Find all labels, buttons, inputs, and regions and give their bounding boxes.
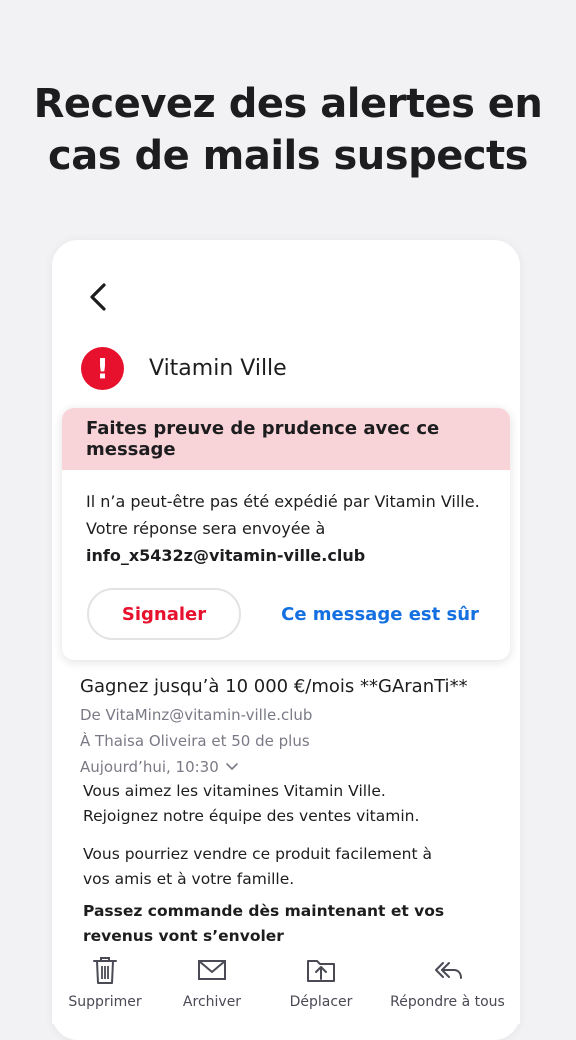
delete-button[interactable]: Supprimer [68, 948, 142, 1010]
email-paragraph-1: Vous aimez les vitamines Vitamin Ville. … [83, 779, 483, 829]
warning-line-1: Il n’a peut-être pas été expédié par Vit… [86, 492, 480, 511]
reply-all-icon [434, 962, 462, 979]
report-button[interactable]: Signaler [87, 588, 241, 640]
warning-body: Il n’a peut-être pas été expédié par Vit… [62, 470, 510, 569]
bottom-toolbar: Supprimer Archiver Déplacer Répondre à t… [52, 948, 520, 1024]
archive-icon [198, 960, 226, 980]
email-paragraph-3: Passez commande dès maintenant et vos re… [83, 902, 445, 945]
reply-all-button[interactable]: Répondre à tous [390, 948, 505, 1010]
email-paragraph-2: Vous pourriez vendre ce produit facileme… [83, 845, 432, 888]
move-button[interactable]: Déplacer [286, 948, 356, 1010]
move-label: Déplacer [289, 994, 353, 1010]
warning-title: Faites preuve de prudence avec ce messag… [62, 408, 510, 470]
chevron-left-icon[interactable] [84, 280, 116, 314]
mark-safe-button[interactable]: Ce message est sûr [270, 588, 490, 640]
email-date[interactable]: Aujourd’hui, 10:30 [80, 758, 239, 776]
chevron-down-icon [225, 763, 238, 770]
email-paragraph-1-line-2: Rejoignez notre équipe des ventes vitami… [83, 807, 420, 825]
reply-address: info_x5432z@vitamin-ville.club [86, 546, 366, 565]
email-subject: Gagnez jusqu’à 10 000 €/mois **GAranTi** [80, 676, 468, 697]
alert-icon: ! [81, 347, 124, 390]
archive-button[interactable]: Archiver [177, 948, 247, 1010]
suspicious-warning-box: Faites preuve de prudence avec ce messag… [62, 408, 510, 660]
email-from[interactable]: De VitaMinz@vitamin-ville.club [80, 706, 312, 724]
email-paragraph-1-line-1: Vous aimez les vitamines Vitamin Ville. [83, 782, 386, 800]
headline: Recevez des alertes en cas de mails susp… [33, 81, 543, 179]
delete-label: Supprimer [68, 994, 142, 1010]
sender-name: Vitamin Ville [149, 356, 287, 381]
move-folder-icon [307, 960, 335, 982]
reply-all-label: Répondre à tous [390, 994, 505, 1010]
warning-line-2: Votre réponse sera envoyée à [86, 519, 326, 538]
email-to[interactable]: À Thaisa Oliveira et 50 de plus [80, 732, 310, 750]
trash-icon [93, 957, 117, 984]
archive-label: Archiver [182, 994, 242, 1010]
email-date-text: Aujourd’hui, 10:30 [80, 758, 219, 776]
